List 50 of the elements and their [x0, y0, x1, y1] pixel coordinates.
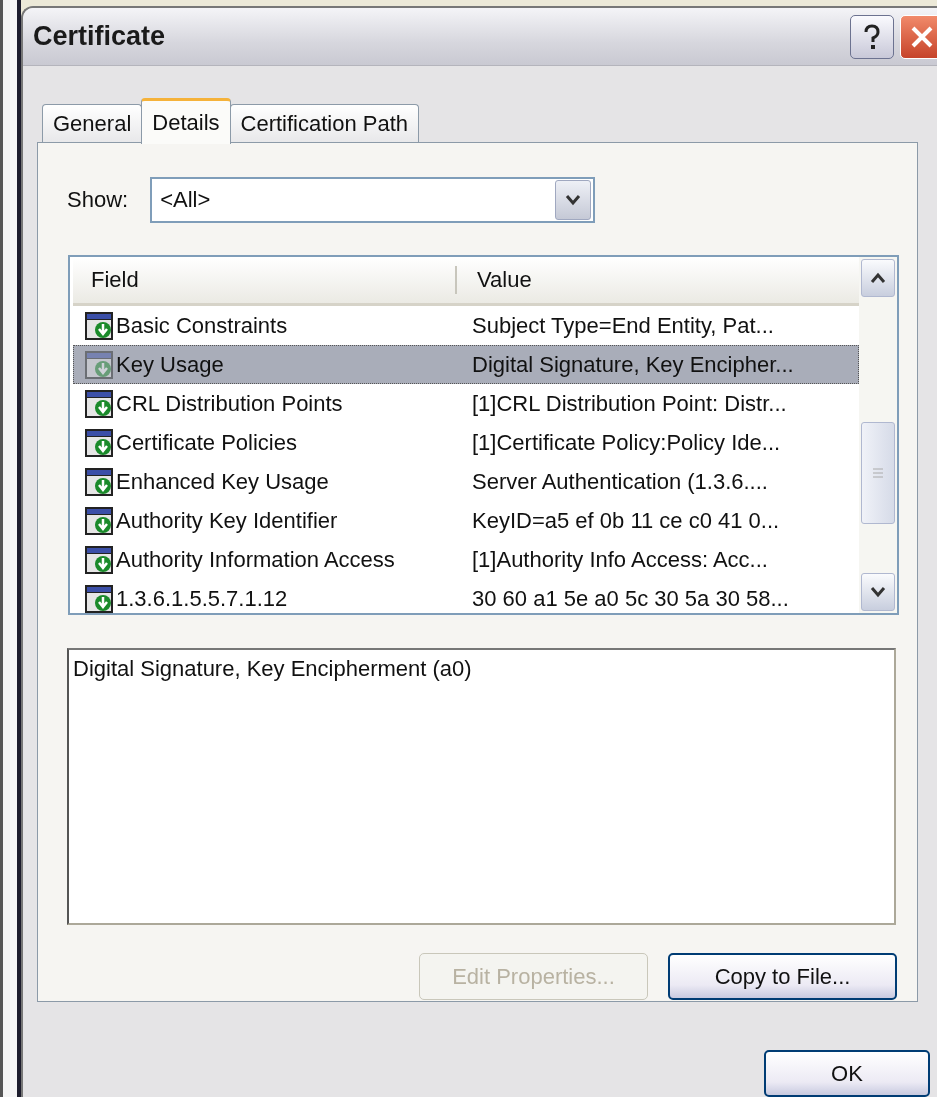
field-name: Certificate Policies: [116, 429, 298, 456]
field-value: [1]CRL Distribution Point: Distr...: [472, 390, 787, 417]
field-name: Authority Information Access: [116, 546, 396, 573]
list-row[interactable]: Enhanced Key Usage Server Authentication (1.3.6....: [73, 462, 859, 501]
list-row[interactable]: 1.3.6.1.5.5.7.1.12 30 60 a1 5e a0 5c 30 5a 30 58...: [73, 579, 859, 613]
certificate-field-icon: [84, 544, 114, 575]
tab[interactable]: General: [42, 104, 143, 142]
close-icon: [910, 24, 934, 49]
tab[interactable]: Details: [141, 98, 231, 144]
field-value: 30 60 a1 5e a0 5c 30 5a 30 58...: [472, 585, 789, 612]
close-button[interactable]: [900, 14, 937, 59]
list-row[interactable]: CRL Distribution Points [1]CRL Distribution Point: Distr...: [73, 384, 859, 423]
field-name: Authority Key Identifier: [116, 507, 339, 534]
field-value: Server Authentication (1.3.6....: [472, 468, 768, 495]
show-dropdown[interactable]: <All>: [150, 177, 596, 223]
list-row[interactable]: Authority Key Identifier KeyID=a5 ef 0b 11 ce c0 41 0...: [73, 501, 859, 540]
certificate-field-icon: [84, 427, 114, 458]
detail-text-box[interactable]: Digital Signature, Key Encipherment (a0): [67, 648, 896, 925]
list-row[interactable]: Authority Information Access [1]Authority Info Access: Acc...: [73, 540, 859, 579]
scroll-up-icon[interactable]: [861, 259, 895, 297]
list-row[interactable]: Certificate Policies [1]Certificate Policy:Policy Ide...: [73, 423, 859, 462]
field-value: Digital Signature, Key Encipher...: [472, 351, 794, 378]
field-value: KeyID=a5 ef 0b 11 ce c0 41 0...: [472, 507, 780, 534]
field-name: Basic Constraints: [116, 312, 289, 339]
window-title: Certificate: [33, 21, 167, 52]
field-value: [1]Authority Info Access: Acc...: [472, 546, 768, 573]
field-name: CRL Distribution Points: [116, 390, 344, 417]
certificate-field-icon: [84, 388, 114, 419]
tab[interactable]: Certification Path: [229, 104, 420, 142]
field-value: Subject Type=End Entity, Pat...: [472, 312, 774, 339]
field-value: [1]Certificate Policy:Policy Ide...: [472, 429, 781, 456]
list-row[interactable]: Key Usage Digital Signature, Key Encipher...: [73, 345, 859, 384]
certificate-field-icon: [84, 505, 114, 536]
scroll-down-icon[interactable]: [861, 573, 895, 611]
field-name: Enhanced Key Usage: [116, 468, 330, 495]
scroll-thumb[interactable]: [861, 422, 895, 524]
copy-to-file-button[interactable]: Copy to File...: [668, 953, 897, 1000]
certificate-field-icon: [84, 349, 114, 380]
field-name: Key Usage: [116, 351, 225, 378]
certificate-field-icon: [84, 310, 114, 341]
show-label: Show:: [67, 187, 129, 213]
help-button[interactable]: [850, 14, 894, 59]
column-header[interactable]: Field: [73, 266, 457, 294]
certificate-field-icon: [84, 466, 114, 497]
list-row[interactable]: Basic Constraints Subject Type=End Entity, Pat...: [73, 306, 859, 345]
ok-button[interactable]: OK: [764, 1050, 930, 1097]
detail-text: Digital Signature, Key Encipherment (a0): [73, 656, 472, 681]
field-name: 1.3.6.1.5.5.7.1.12: [116, 585, 289, 612]
column-header[interactable]: Value: [457, 257, 859, 303]
scrollbar[interactable]: [859, 257, 897, 613]
